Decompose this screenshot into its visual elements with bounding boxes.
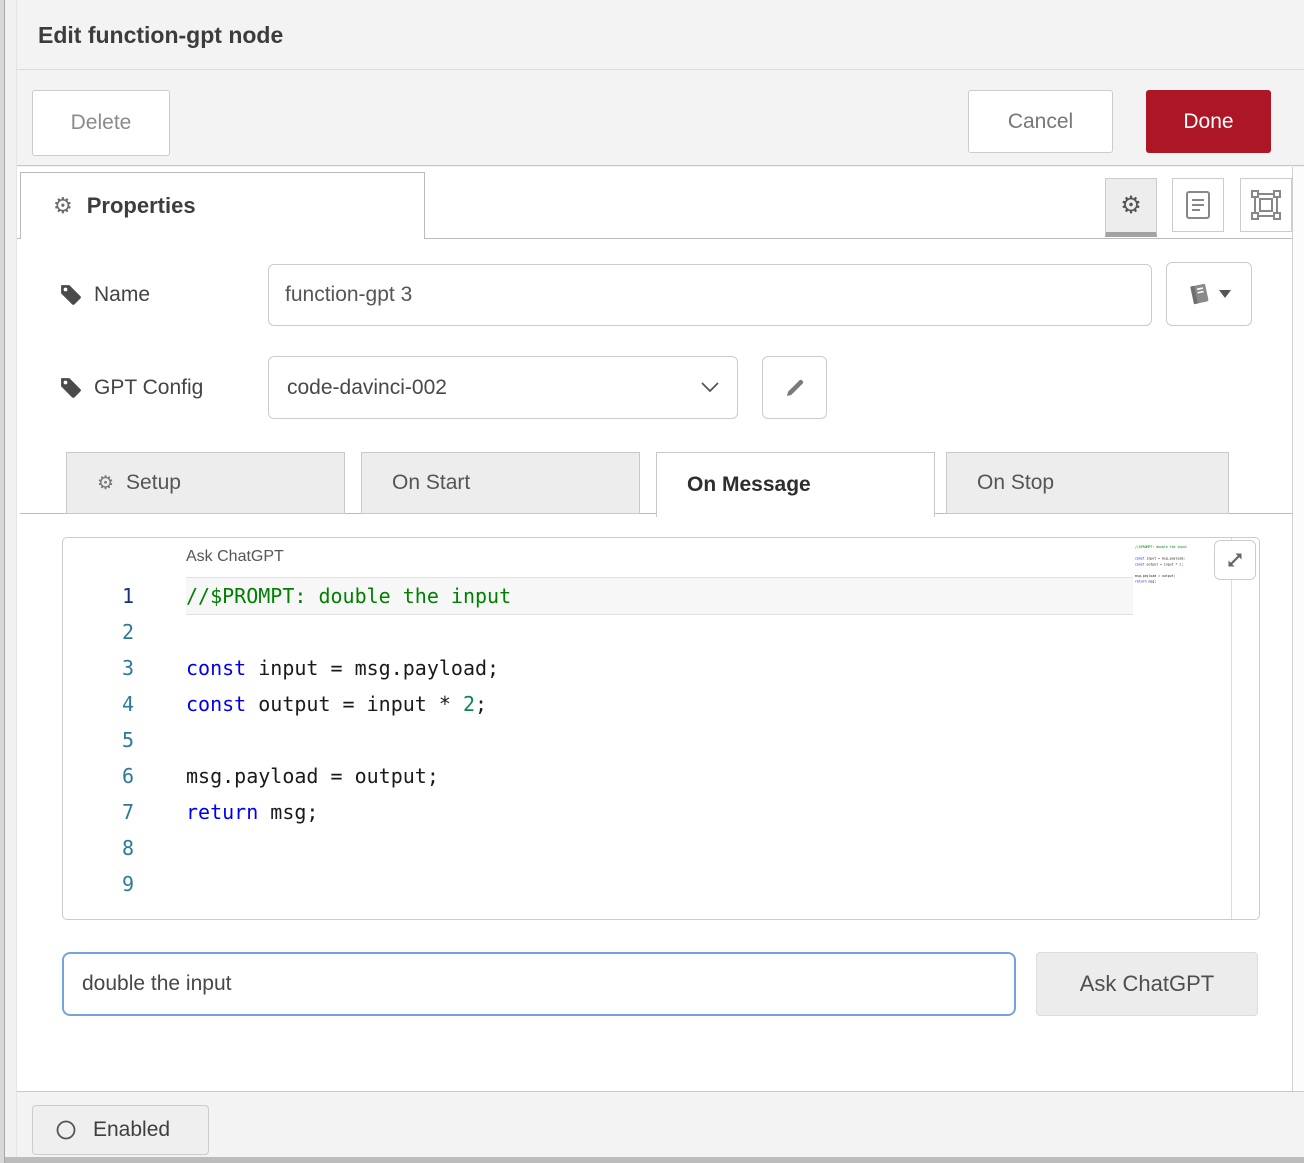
tab-on-start[interactable]: On Start <box>361 452 640 514</box>
book-icon <box>1187 282 1211 306</box>
gear-icon: ⚙ <box>1120 194 1142 218</box>
workspace-edge-strip <box>0 0 5 1163</box>
chevron-down-icon <box>701 382 719 393</box>
delete-button[interactable]: Delete <box>32 90 170 156</box>
edit-gpt-config-button[interactable] <box>762 356 827 419</box>
tab-setup[interactable]: ⚙ Setup <box>66 452 345 514</box>
tab-properties[interactable]: ⚙ Properties <box>20 172 425 239</box>
node-appearance-button[interactable] <box>1240 178 1292 232</box>
expand-editor-button[interactable] <box>1214 540 1256 580</box>
enabled-label: Enabled <box>93 1118 170 1142</box>
library-button[interactable] <box>1166 262 1252 326</box>
editor-code[interactable]: //$PROMPT: double the inputconst input =… <box>186 578 1133 902</box>
tag-icon <box>60 377 82 399</box>
node-settings-button[interactable]: ⚙ <box>1105 178 1157 237</box>
file-text-icon <box>1185 190 1211 220</box>
gpt-config-field-label: GPT Config <box>60 356 203 419</box>
name-field-label: Name <box>60 264 150 326</box>
ask-chatgpt-button[interactable]: Ask ChatGPT <box>1036 952 1258 1016</box>
tag-icon <box>60 284 82 306</box>
gear-icon: ⚙ <box>97 472 114 495</box>
caret-down-icon <box>1219 290 1231 298</box>
circle-icon <box>55 1119 77 1141</box>
dialog-bottom-strip <box>0 1157 1304 1163</box>
done-button[interactable]: Done <box>1146 90 1271 153</box>
dialog-left-gutter <box>6 0 17 1157</box>
content-right-gutter <box>1292 167 1304 1091</box>
node-description-button[interactable] <box>1172 178 1224 232</box>
tab-on-stop[interactable]: On Stop <box>946 452 1229 514</box>
object-group-icon <box>1251 190 1281 220</box>
tab-on-message[interactable]: On Message <box>656 452 935 517</box>
properties-tab-label: Properties <box>87 193 196 219</box>
name-input[interactable] <box>268 264 1152 326</box>
gpt-config-selected-value: code-davinci-002 <box>287 376 701 400</box>
codelens-ask-chatgpt[interactable]: Ask ChatGPT <box>186 548 284 566</box>
prompt-input[interactable] <box>62 952 1016 1016</box>
pencil-icon <box>784 377 806 399</box>
expand-arrows-icon <box>1225 550 1245 570</box>
editor-gutter: 123456789 <box>63 578 173 902</box>
dialog-title: Edit function-gpt node <box>38 22 283 49</box>
editor-minimap[interactable]: //$PROMPT: double the inputconst input =… <box>1135 544 1231 914</box>
code-editor[interactable]: Ask ChatGPT 123456789 //$PROMPT: double … <box>62 537 1260 920</box>
gpt-config-select[interactable]: code-davinci-002 <box>268 356 738 419</box>
cancel-button[interactable]: Cancel <box>968 90 1113 153</box>
node-enabled-toggle[interactable]: Enabled <box>32 1105 209 1155</box>
minimap-divider <box>1231 538 1232 919</box>
gear-icon: ⚙ <box>53 193 73 219</box>
